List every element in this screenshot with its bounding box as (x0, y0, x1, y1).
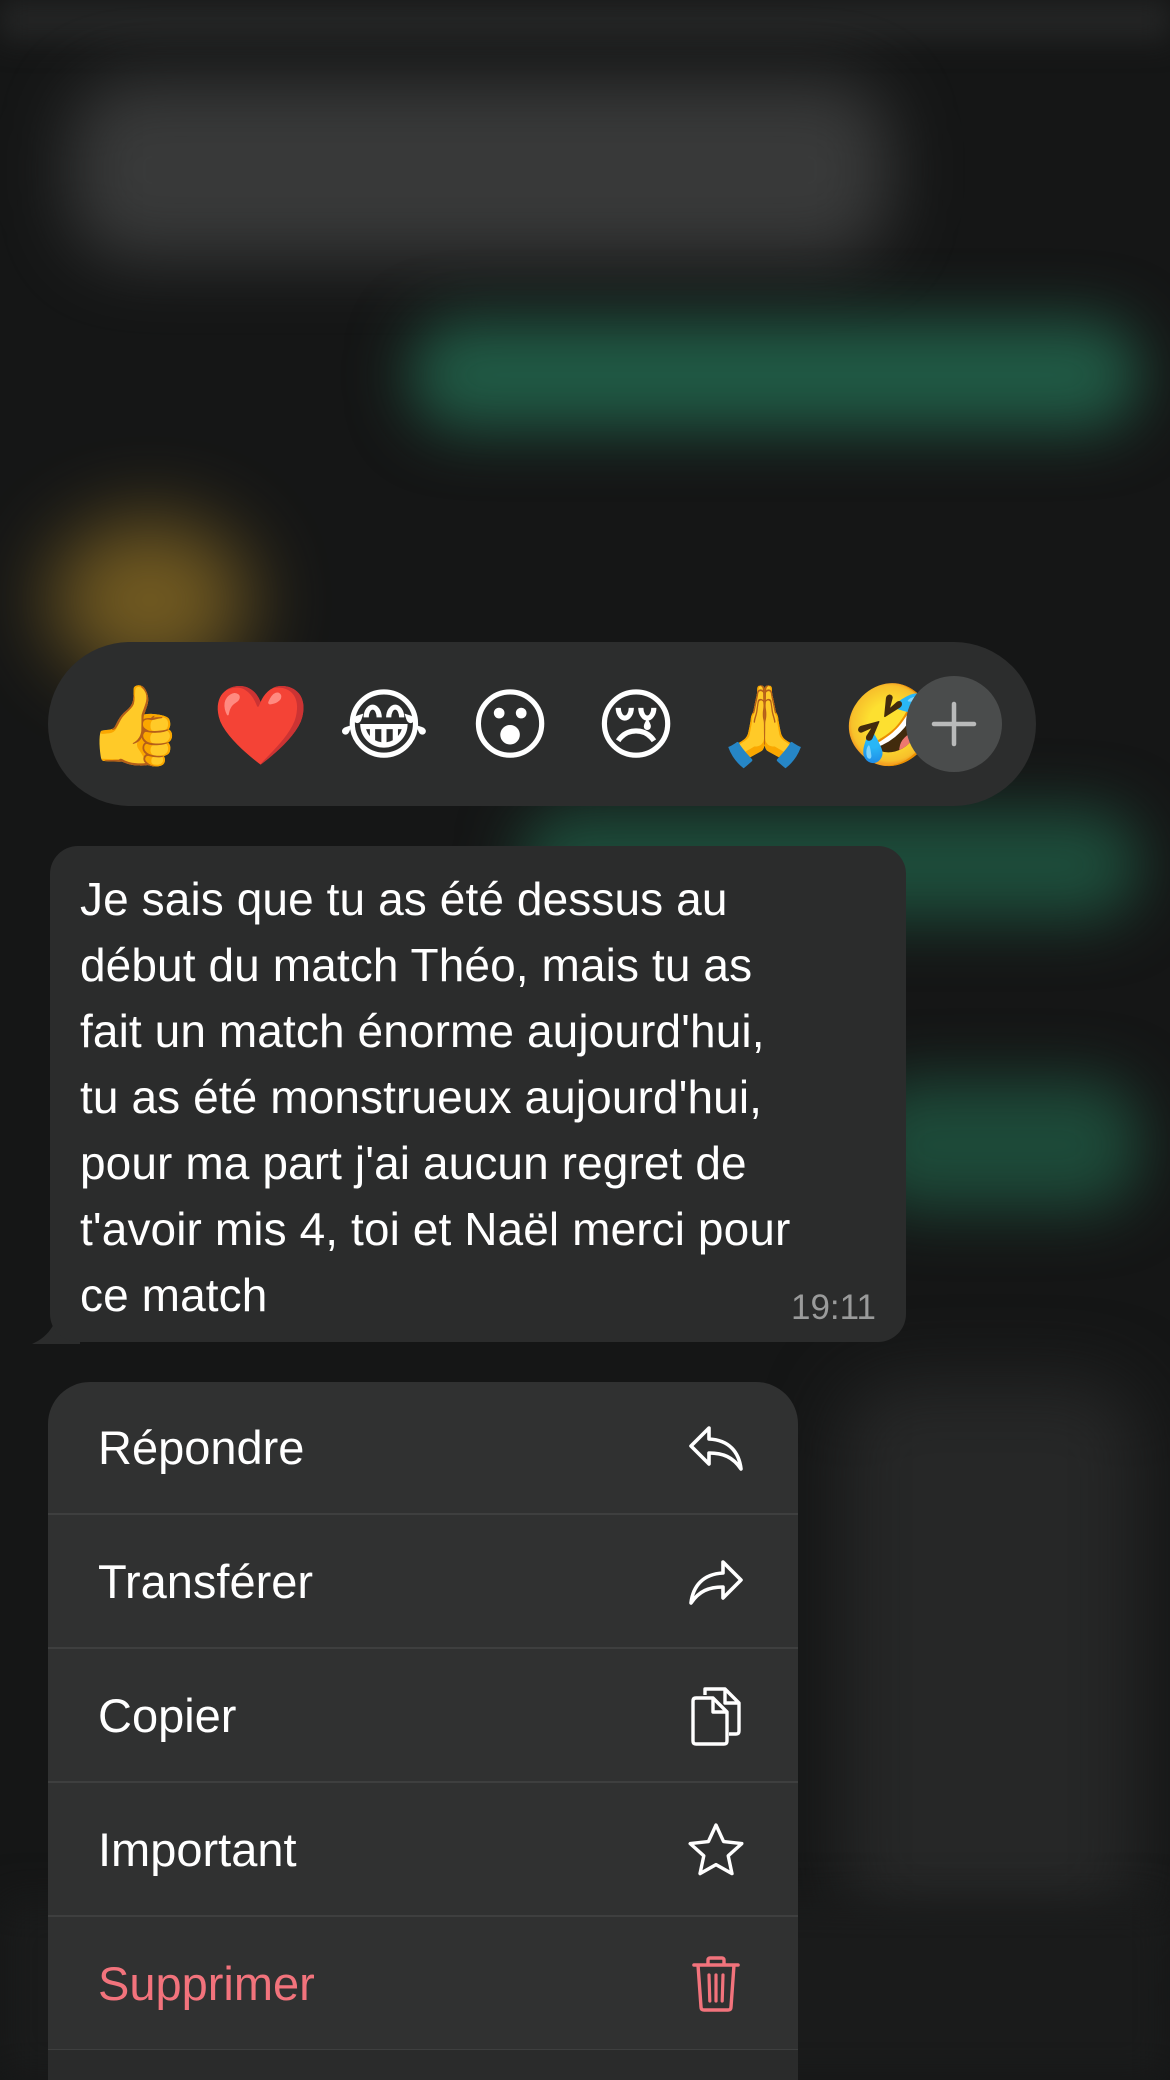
menu-more-edge (48, 2050, 798, 2080)
reaction-bar: 👍 ❤️ 😂 😮 😢 🙏 🤣 (48, 642, 1036, 806)
menu-item-label: Copier (98, 1689, 237, 1742)
menu-item-reply[interactable]: Répondre (48, 1382, 798, 1515)
trash-icon (686, 1954, 746, 2014)
reaction-crying[interactable]: 😢 (590, 680, 682, 772)
reaction-thumbs-up[interactable]: 👍 (86, 680, 183, 772)
message-bubble[interactable]: Je sais que tu as été dessus au début du… (50, 846, 906, 1342)
menu-item-copy[interactable]: Copier (48, 1650, 798, 1783)
message-context-menu: Répondre Transférer Copier Important Sup… (48, 1382, 798, 2080)
menu-item-forward[interactable]: Transférer (48, 1516, 798, 1649)
menu-item-label: Répondre (98, 1421, 305, 1474)
blurred-header (0, 0, 1170, 40)
blurred-outgoing-message (410, 320, 1140, 430)
message-text: Je sais que tu as été dessus au début du… (80, 873, 791, 1321)
reaction-surprised[interactable]: 😮 (464, 680, 556, 772)
reaction-heart[interactable]: ❤️ (212, 680, 309, 772)
menu-item-label: Supprimer (98, 1957, 315, 2010)
reply-icon (686, 1418, 746, 1478)
reaction-laughing[interactable]: 😂 (338, 680, 430, 772)
plus-icon (931, 701, 977, 747)
menu-item-label: Transférer (98, 1555, 314, 1608)
message-timestamp: 19:11 (791, 1288, 876, 1327)
menu-item-delete[interactable]: Supprimer (48, 1918, 798, 2051)
blurred-outgoing-message (840, 1380, 1140, 1940)
reaction-praying[interactable]: 🙏 (716, 680, 813, 772)
star-icon (686, 1820, 746, 1880)
menu-item-label: Important (98, 1823, 297, 1876)
menu-item-important[interactable]: Important (48, 1784, 798, 1917)
blurred-incoming-message (70, 80, 890, 260)
more-reactions-button[interactable] (906, 676, 1002, 772)
copy-icon (686, 1686, 746, 1746)
forward-icon (686, 1552, 746, 1612)
